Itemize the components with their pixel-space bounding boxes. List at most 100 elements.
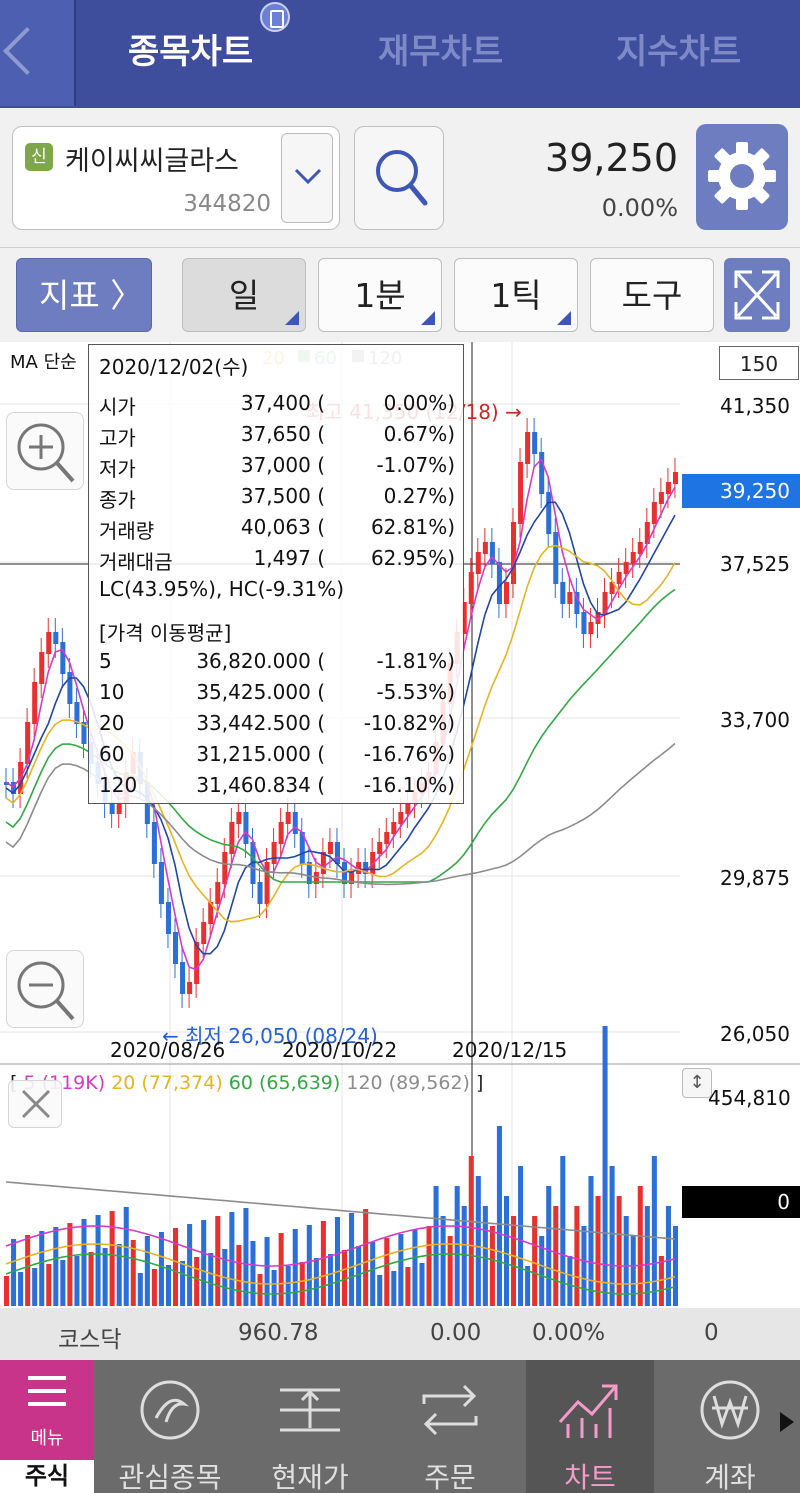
- index-change-pct: 0.00%: [532, 1320, 606, 1346]
- candle-body: [201, 922, 207, 944]
- tooltip-key: 거래대금: [99, 550, 173, 574]
- volume-bar: [630, 1236, 636, 1306]
- candle-body: [334, 842, 340, 864]
- volume-bar: [482, 1206, 488, 1306]
- search-button[interactable]: [354, 126, 444, 230]
- candle-body: [398, 812, 404, 824]
- period-day-button[interactable]: 일: [182, 258, 306, 332]
- ma-type-label: MA 단순: [10, 352, 77, 373]
- volume-bar: [377, 1275, 383, 1306]
- volume-bar: [532, 1216, 538, 1306]
- volume-bar: [264, 1237, 270, 1306]
- nav-chart[interactable]: 차트: [526, 1360, 654, 1493]
- nav-label: 현재가: [271, 1461, 349, 1493]
- tooltip-pct: 0.27%): [383, 484, 455, 508]
- candle-body: [243, 812, 249, 844]
- candle-body: [623, 562, 629, 574]
- tab-index-chart[interactable]: 지수차트: [616, 24, 741, 73]
- nav-label: 관심종목: [118, 1461, 222, 1493]
- volume-bar: [616, 1196, 622, 1306]
- top-tab-bar: 종목차트 재무차트 지수차트: [0, 0, 800, 108]
- volume-bar: [229, 1212, 235, 1306]
- tooltip-pct: -16.76%): [363, 742, 455, 766]
- order-icon: [422, 1384, 478, 1436]
- candle-body: [658, 492, 664, 504]
- nav-current-price[interactable]: 현재가: [246, 1360, 374, 1493]
- corner-triangle-icon: [285, 311, 299, 325]
- candle-body: [553, 532, 559, 584]
- candle-body: [665, 482, 671, 494]
- market-label[interactable]: 주식: [0, 1460, 94, 1493]
- volume-bar: [46, 1264, 52, 1306]
- nav-label: 계좌: [704, 1461, 756, 1493]
- volume-bar: [137, 1273, 143, 1306]
- volume-legend: [ 5 (119K) 20 (77,374) 60 (65,639) 120 (…: [10, 1072, 483, 1094]
- candle-body: [257, 882, 263, 904]
- tooltip-key: 5: [99, 649, 112, 673]
- tab-stock-chart[interactable]: 종목차트: [128, 24, 253, 73]
- volume-bar: [81, 1219, 87, 1306]
- index-ticker-bar[interactable]: 코스닥 960.78 0.00 0.00% 0: [0, 1308, 800, 1360]
- candle-body: [475, 552, 481, 574]
- candle-body: [468, 572, 474, 604]
- volume-bar: [116, 1244, 122, 1306]
- nav-interest[interactable]: 관심종목: [106, 1360, 234, 1493]
- menu-button[interactable]: 메뉴 주식: [0, 1360, 94, 1493]
- tooltip-ma-5: 5 36,820.000 (-1.81%): [99, 649, 455, 679]
- volume-bar: [518, 1166, 524, 1306]
- zoom-out-button[interactable]: [6, 950, 84, 1028]
- candle-body: [236, 812, 242, 824]
- tooltip-row-amount: 거래대금 1,497 (62.95%): [99, 546, 455, 576]
- tooltip-row-volume: 거래량 40,063 (62.81%): [99, 515, 455, 545]
- minute-label: 1분: [354, 276, 406, 315]
- close-volume-button[interactable]: [8, 1080, 62, 1128]
- volume-bar: [553, 1206, 559, 1306]
- candle-body: [278, 822, 284, 844]
- visible-count-box[interactable]: 150: [719, 346, 799, 380]
- tools-button[interactable]: 도구: [590, 258, 714, 332]
- volume-bar: [546, 1186, 552, 1306]
- nav-more-arrow-icon[interactable]: [780, 1412, 794, 1432]
- back-button[interactable]: [0, 0, 76, 106]
- volume-bar: [292, 1229, 298, 1306]
- period-tick-button[interactable]: 1틱: [454, 258, 578, 332]
- stock-code: 344820: [183, 191, 271, 217]
- tooltip-ma-10: 10 35,425.000 (-5.53%): [99, 680, 455, 710]
- tooltip-key: 고가: [99, 426, 136, 450]
- volume-bar: [426, 1226, 432, 1306]
- volume-bar: [475, 1176, 481, 1306]
- nav-account[interactable]: 계좌: [666, 1360, 794, 1493]
- tab-financial-chart[interactable]: 재무차트: [378, 24, 503, 73]
- tooltip-pct: 0.00%): [383, 391, 455, 415]
- tooltip-row-close: 종가 37,500 (0.27%): [99, 484, 455, 514]
- candle-body: [229, 822, 235, 854]
- candle-body: [173, 932, 179, 964]
- tooltip-key: 20: [99, 711, 125, 735]
- tooltip-row-low: 저가 37,000 (-1.07%): [99, 453, 455, 483]
- stock-selector[interactable]: 신 케이씨씨글라스 344820: [12, 126, 340, 230]
- volume-zero-flag: 0: [682, 1186, 800, 1218]
- fullscreen-button[interactable]: [724, 258, 790, 332]
- tooltip-key: 종가: [99, 488, 136, 512]
- zoom-in-button[interactable]: [6, 412, 84, 490]
- stock-name: 케이씨씨글라스: [65, 146, 239, 177]
- volume-bar: [109, 1211, 115, 1306]
- period-minute-button[interactable]: 1분: [318, 258, 442, 332]
- candle-body: [588, 622, 594, 634]
- indicator-button[interactable]: 지표 〉: [16, 258, 152, 332]
- volume-bar: [158, 1232, 164, 1306]
- nav-order[interactable]: 주문: [386, 1360, 514, 1493]
- volume-bar: [102, 1248, 108, 1306]
- volume-bar: [391, 1271, 397, 1306]
- chart-toolbar: 지표 〉 일 1분 1틱 도구: [0, 248, 800, 342]
- y-tick-1: 41,350: [720, 394, 790, 418]
- zoom-in-icon: [17, 423, 75, 483]
- volume-bar: [581, 1226, 587, 1306]
- tooltip-pct: 0.67%): [383, 422, 455, 446]
- volume-bar: [32, 1268, 38, 1306]
- stock-dropdown-button[interactable]: [281, 133, 333, 223]
- candle-body: [511, 522, 517, 584]
- settings-button[interactable]: [696, 124, 788, 230]
- candle-body: [482, 542, 488, 554]
- tooltip-pct: 62.95%): [370, 546, 455, 570]
